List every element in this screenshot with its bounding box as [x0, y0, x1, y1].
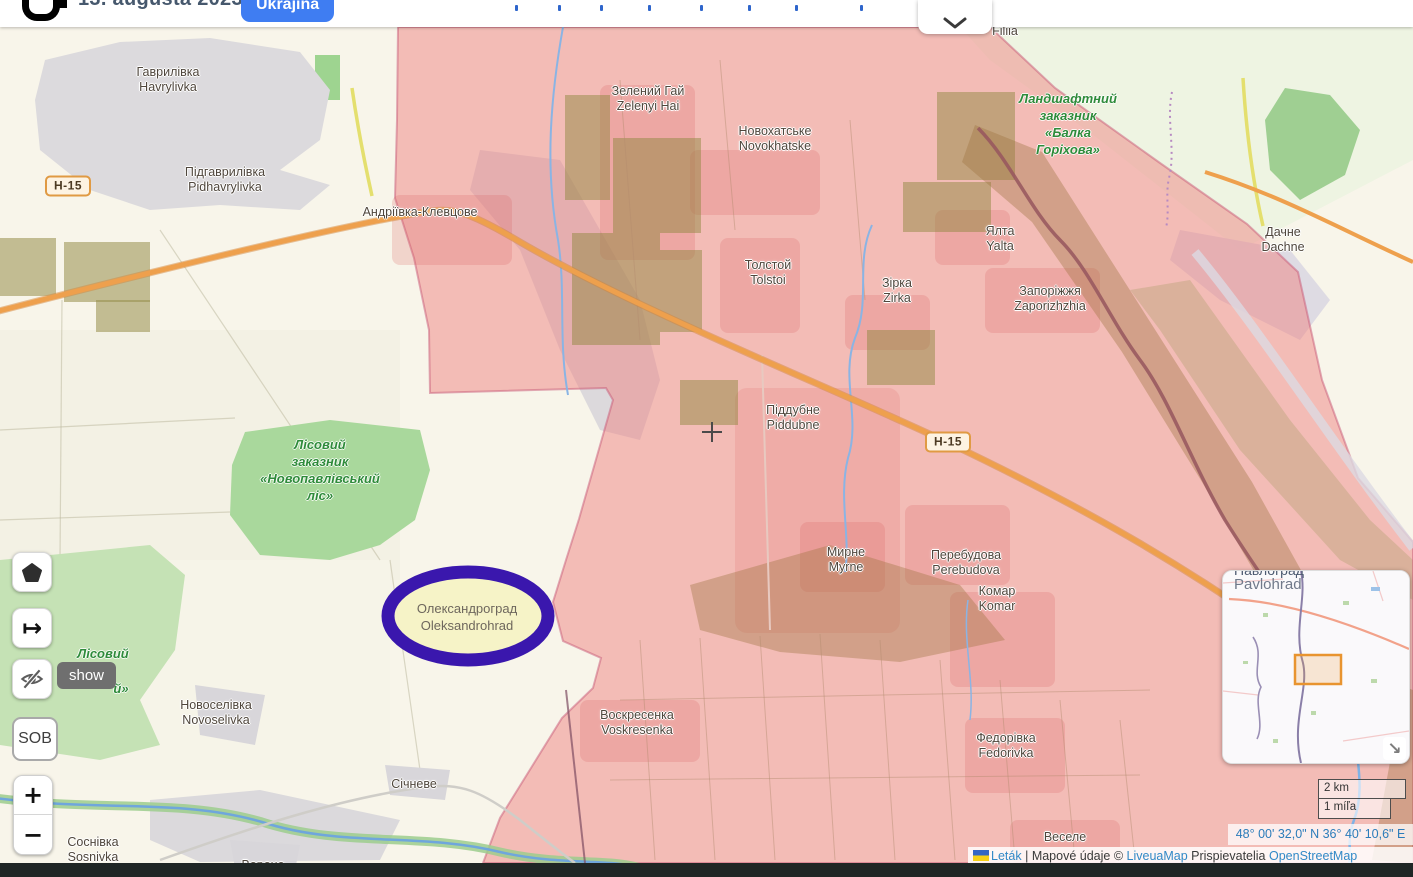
minimap-city-label-en: Pavlohrad	[1234, 576, 1302, 593]
attribution-separator: |	[1025, 849, 1028, 863]
leaflet-link[interactable]: Leták	[991, 849, 1022, 863]
arrow-se-icon: ↘	[1387, 739, 1401, 759]
highlight-name-uk: Олександроград	[417, 600, 517, 617]
top-bar: 13. augusta 2023 Ukrajina	[0, 0, 1413, 27]
urban-novoselivka	[195, 685, 265, 745]
attribution-contributors: Prispievatelia	[1191, 849, 1265, 863]
liveuamap-logo-dot	[58, 0, 67, 8]
scale-metric: 2 km	[1318, 779, 1406, 799]
scale-control: 2 km 1 míľa	[1318, 779, 1406, 819]
attribution-maps-text: Mapové údaje ©	[1032, 849, 1123, 863]
mouse-coordinates: 48° 00' 32,0" N 36° 40' 10,6" E	[1228, 824, 1413, 845]
nav-text-fragment	[860, 5, 863, 11]
liveuamap-app: ГаврилівкаHavrylivkaПідгаврилівкаPidhavr…	[0, 0, 1413, 877]
pan-arrow-button[interactable]: ↦	[12, 608, 52, 648]
arrow-from-bar-icon: ↦	[22, 614, 42, 642]
highlight-label: Олександроград Oleksandrohrad	[417, 600, 517, 634]
toggle-visibility-button[interactable]	[12, 659, 52, 699]
nav-text-fragment	[648, 5, 651, 11]
country-button[interactable]: Ukrajina	[241, 0, 334, 22]
road-badge-h15: H-15	[45, 176, 91, 197]
liveuamap-logo-icon[interactable]	[22, 0, 60, 21]
zoom-control: + −	[13, 775, 53, 855]
nav-text-fragment	[795, 5, 798, 11]
zoom-in-button[interactable]: +	[14, 776, 52, 815]
pentagon-icon	[21, 561, 43, 583]
chevron-down-icon	[942, 16, 968, 30]
openstreetmap-link[interactable]: OpenStreetMap	[1269, 849, 1357, 863]
show-tooltip: show	[57, 662, 116, 689]
bottom-strip	[0, 863, 1413, 877]
liveuamap-link[interactable]: LiveuaMap	[1127, 849, 1188, 863]
minimap[interactable]: Павлоград Pavlohrad ↘	[1222, 570, 1410, 764]
minimap-canvas	[1223, 571, 1409, 763]
zoom-out-button[interactable]: −	[14, 815, 52, 854]
urban-sichneve	[385, 765, 450, 800]
map-canvas[interactable]	[0, 0, 1413, 877]
eye-off-icon	[19, 666, 45, 692]
scale-imperial: 1 míľa	[1318, 799, 1391, 819]
nav-text-fragment	[748, 5, 751, 11]
nav-text-fragment	[700, 5, 703, 11]
date-label: 13. augusta 2023	[78, 0, 243, 11]
nav-text-fragment	[600, 5, 603, 11]
sob-button[interactable]: SOB	[12, 717, 58, 761]
nav-text-fragment	[515, 5, 518, 11]
highlight-name-en: Oleksandrohrad	[417, 617, 517, 634]
nav-text-fragment	[558, 5, 561, 11]
ukraine-flag-icon	[973, 850, 989, 861]
minimap-toggle-button[interactable]: ↘	[1383, 737, 1406, 760]
road-badge-h15: H-15	[925, 432, 971, 453]
collapse-panel-button[interactable]	[918, 0, 992, 34]
draw-polygon-button[interactable]	[12, 552, 52, 592]
minimap-viewport-rect[interactable]	[1295, 655, 1341, 684]
